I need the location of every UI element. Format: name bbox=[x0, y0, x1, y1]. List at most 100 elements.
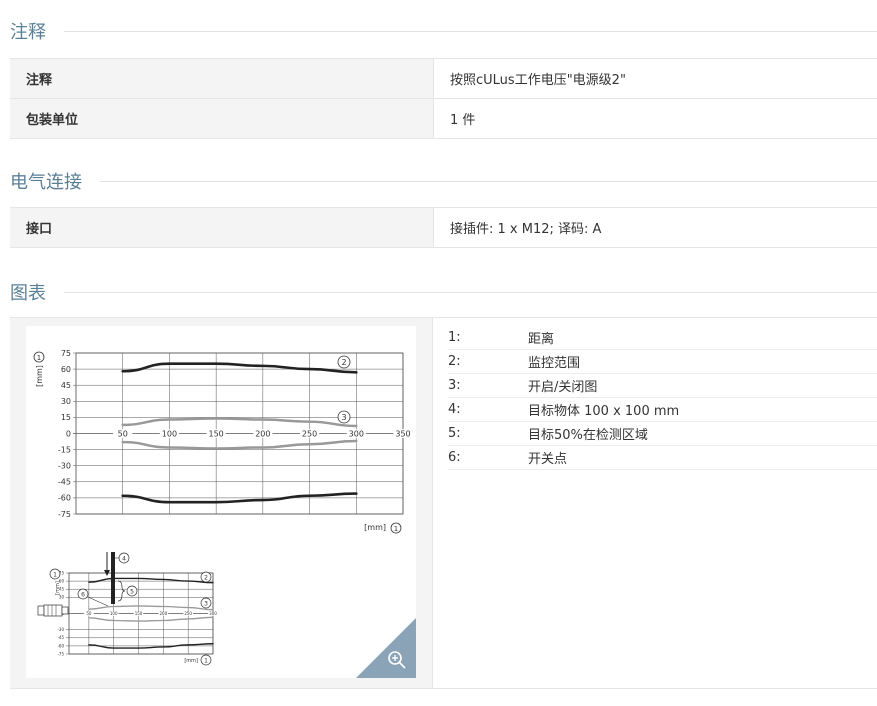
inset-x-unit: [mm] bbox=[184, 658, 198, 664]
x-tick-label: 100 bbox=[162, 430, 177, 439]
series-line-1 bbox=[121, 362, 358, 374]
table-key: 注释 bbox=[10, 58, 434, 99]
y-tick-label: 0 bbox=[66, 429, 71, 438]
inset-callout-1b: 1 bbox=[200, 654, 212, 666]
zoom-button[interactable] bbox=[356, 618, 416, 678]
svg-text:1: 1 bbox=[53, 572, 57, 579]
callout-2: 2 bbox=[337, 355, 351, 369]
x-tick-label: 150 bbox=[209, 430, 224, 439]
series-line-3 bbox=[88, 616, 214, 622]
inset-callout-3: 3 bbox=[200, 597, 212, 609]
callout-1-bottom: 1 bbox=[390, 522, 402, 534]
svg-text:2: 2 bbox=[204, 575, 208, 582]
table-row: 接口 接插件: 1 x M12; 译码: A bbox=[10, 207, 877, 248]
chart-curves bbox=[121, 362, 358, 504]
section-title-notes: 注释 bbox=[10, 22, 46, 43]
legend-item: 1: 距离 bbox=[448, 326, 877, 350]
legend-number: 1: bbox=[448, 330, 461, 345]
x-tick-label: 50 bbox=[86, 611, 92, 616]
svg-text:3: 3 bbox=[204, 601, 208, 608]
diagram-legend: 1: 距离 2: 监控范围 3: 开启/关闭图 4: 目标物体 100 x 10… bbox=[448, 326, 877, 470]
x-tick-label: 300 bbox=[349, 430, 364, 439]
legend-item: 5: 目标50%在检测区域 bbox=[448, 422, 877, 446]
series-line-1 bbox=[88, 577, 214, 584]
svg-text:1: 1 bbox=[204, 658, 208, 665]
y-tick-label: -75 bbox=[57, 651, 64, 656]
table-value: 接插件: 1 x M12; 译码: A bbox=[433, 207, 877, 248]
y-tick-label: 45 bbox=[61, 381, 71, 390]
section-title-diagram: 图表 bbox=[10, 283, 46, 304]
x-tick-label: 200 bbox=[160, 611, 168, 616]
x-axis-unit: [mm] bbox=[364, 523, 386, 532]
section-electrical-header: 电气连接 bbox=[10, 168, 877, 194]
inset-y-unit: [mm] bbox=[55, 581, 61, 595]
y-tick-label: 30 bbox=[61, 397, 71, 406]
legend-number: 6: bbox=[448, 450, 461, 465]
svg-text:4: 4 bbox=[122, 556, 126, 563]
legend-number: 2: bbox=[448, 354, 461, 369]
y-tick-label: -75 bbox=[58, 510, 71, 519]
legend-number: 4: bbox=[448, 402, 461, 417]
svg-text:6: 6 bbox=[81, 592, 85, 599]
divider bbox=[64, 291, 877, 293]
callout-1-top: 1 bbox=[33, 351, 45, 363]
table-row: 包装单位 1 件 bbox=[10, 98, 877, 139]
y-tick-label: -45 bbox=[58, 478, 71, 487]
series-line-2 bbox=[121, 417, 358, 428]
callout-label: 1 bbox=[37, 354, 41, 362]
y-axis-unit: [mm] bbox=[35, 365, 44, 387]
legend-item: 3: 开启/关闭图 bbox=[448, 374, 877, 398]
legend-text: 监控范围 bbox=[528, 356, 581, 371]
y-tick-label: 75 bbox=[61, 349, 71, 358]
inset-callout-2: 2 bbox=[200, 571, 212, 583]
legend-number: 3: bbox=[448, 378, 461, 393]
table-key: 接口 bbox=[10, 207, 434, 248]
x-tick-label: 200 bbox=[255, 430, 270, 439]
legend-text: 目标50%在检测区域 bbox=[528, 428, 648, 443]
svg-text:5: 5 bbox=[130, 589, 134, 596]
y-tick-label: -30 bbox=[58, 462, 71, 471]
divider bbox=[64, 30, 877, 32]
detection-range-diagram[interactable]: 75 60 45 30 15 0 -15 -30 -45 -60 -75 50 100 150 200 25… bbox=[26, 326, 416, 678]
y-tick-label: -60 bbox=[57, 643, 64, 648]
section-title-electrical: 电气连接 bbox=[10, 172, 82, 193]
series-line-2 bbox=[88, 605, 214, 611]
x-tick-label: 250 bbox=[184, 611, 192, 616]
legend-text: 目标物体 100 x 100 mm bbox=[528, 404, 680, 419]
y-axis-ticks: 75 60 45 30 15 0 -15 -30 -45 -60 -75 bbox=[58, 349, 71, 519]
divider bbox=[100, 180, 877, 182]
y-tick-label: -60 bbox=[58, 494, 71, 503]
section-notes-header: 注释 bbox=[10, 18, 877, 44]
sensor-icon bbox=[37, 604, 69, 617]
x-tick-label: 100 bbox=[110, 611, 118, 616]
callout-5: 5 bbox=[117, 580, 138, 602]
callout-label: 3 bbox=[341, 413, 346, 422]
electrical-table: 接口 接插件: 1 x M12; 译码: A bbox=[10, 207, 877, 248]
y-tick-label: -30 bbox=[57, 627, 64, 632]
diagram-cell: 75 60 45 30 15 0 -15 -30 -45 -60 -75 50 100 150 200 25… bbox=[10, 318, 433, 688]
table-key: 包装单位 bbox=[10, 98, 434, 139]
diagram-table: 75 60 45 30 15 0 -15 -30 -45 -60 -75 50 100 150 200 25… bbox=[10, 317, 877, 689]
callout-4: 4 bbox=[115, 552, 130, 564]
callout-3: 3 bbox=[337, 410, 351, 424]
y-tick-label: -15 bbox=[58, 445, 71, 454]
x-tick-label: 300 bbox=[209, 611, 217, 616]
callout-label: 2 bbox=[341, 358, 346, 367]
legend-text: 开关点 bbox=[528, 452, 568, 467]
x-tick-label: 350 bbox=[395, 430, 410, 439]
table-value: 按照cULus工作电压"电源级2" bbox=[433, 58, 877, 99]
table-row: 注释 按照cULus工作电压"电源级2" bbox=[10, 58, 877, 99]
legend-text: 距离 bbox=[528, 332, 555, 347]
y-tick-label: 15 bbox=[61, 413, 71, 422]
x-tick-label: 150 bbox=[135, 611, 143, 616]
legend-item: 4: 目标物体 100 x 100 mm bbox=[448, 398, 877, 422]
callout-label: 1 bbox=[394, 525, 398, 533]
y-tick-label: 60 bbox=[61, 365, 71, 374]
legend-item: 2: 监控范围 bbox=[448, 350, 877, 374]
x-tick-label: 50 bbox=[118, 430, 128, 439]
legend-item: 6: 开关点 bbox=[448, 446, 877, 470]
x-tick-label: 250 bbox=[302, 430, 317, 439]
series-line-3 bbox=[121, 439, 358, 450]
y-tick-label: -45 bbox=[57, 635, 64, 640]
table-value: 1 件 bbox=[433, 98, 877, 139]
